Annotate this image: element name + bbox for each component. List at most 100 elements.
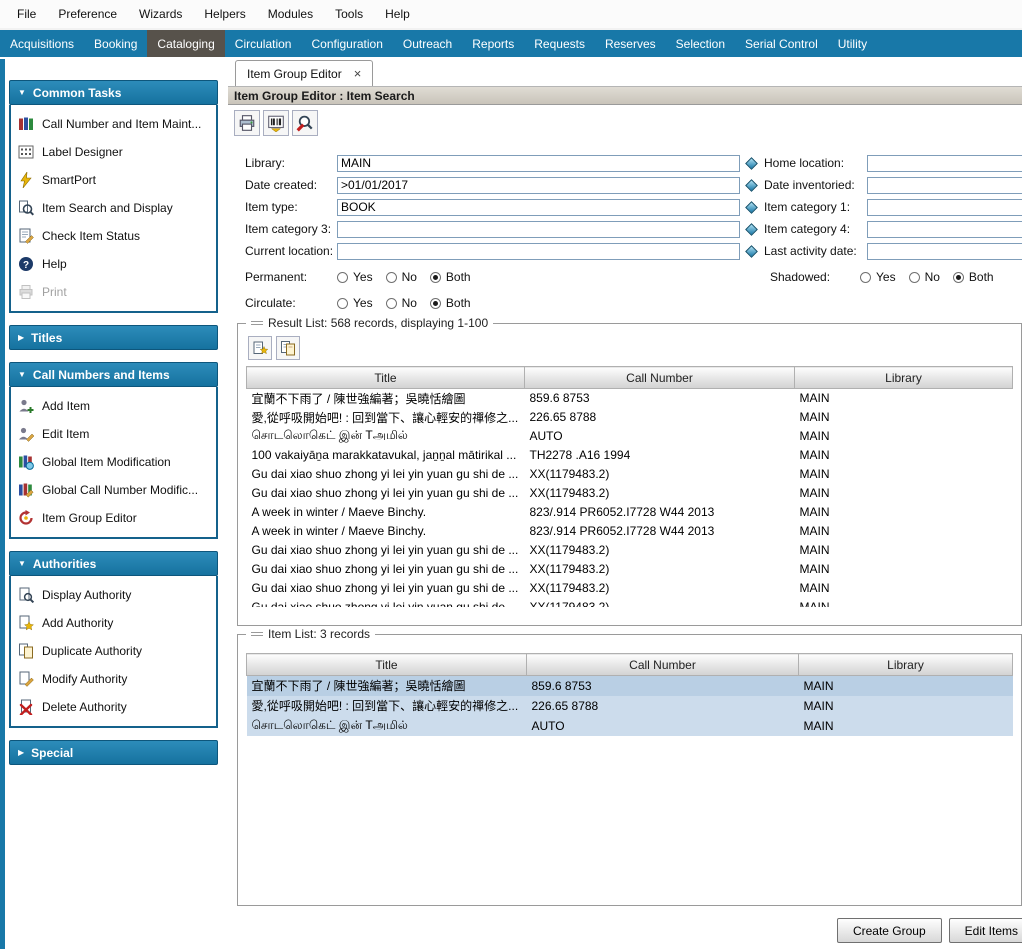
section-header-special[interactable]: Special bbox=[9, 740, 218, 765]
module-tab[interactable]: Cataloging bbox=[147, 30, 224, 57]
field-input[interactable] bbox=[337, 177, 740, 194]
gadget-diamond-icon[interactable] bbox=[745, 223, 758, 236]
permanent-radio-no[interactable]: No bbox=[386, 270, 417, 284]
circulate-radio-yes[interactable]: Yes bbox=[337, 296, 373, 310]
section-header-call-numbers-and-items[interactable]: Call Numbers and Items bbox=[9, 362, 218, 387]
gadget-diamond-icon[interactable] bbox=[745, 201, 758, 214]
result-row[interactable]: Gu dai xiao shuo zhong yi lei yin yuan g… bbox=[247, 484, 1013, 503]
field-input[interactable] bbox=[337, 199, 740, 216]
sidebar-item[interactable]: Modify Authority bbox=[11, 665, 216, 693]
module-tab[interactable]: Requests bbox=[524, 30, 595, 57]
result-row[interactable]: Gu dai xiao shuo zhong yi lei yin yuan g… bbox=[247, 560, 1013, 579]
shadowed-radio-yes[interactable]: Yes bbox=[860, 270, 896, 284]
module-tab[interactable]: Acquisitions bbox=[0, 30, 84, 57]
result-row[interactable]: Gu dai xiao shuo zhong yi lei yin yuan g… bbox=[247, 465, 1013, 484]
menu-item[interactable]: Wizards bbox=[128, 2, 193, 26]
column-header-title[interactable]: Title bbox=[247, 367, 525, 389]
column-header-title[interactable]: Title bbox=[247, 654, 527, 676]
menu-item[interactable]: Help bbox=[374, 2, 421, 26]
field-input[interactable] bbox=[867, 199, 1022, 216]
result-row[interactable]: 宜蘭不下雨了 / 陳世強編著；吳曉恬繪圖 859.6 8753 MAIN bbox=[247, 389, 1013, 408]
field-input[interactable] bbox=[867, 155, 1022, 172]
sidebar-item[interactable]: Delete Authority bbox=[11, 693, 216, 721]
result-row[interactable]: சொடலொகெட் இன் Tஅமில் AUTO MAIN bbox=[247, 427, 1013, 446]
sidebar-item[interactable]: Display Authority bbox=[11, 581, 216, 609]
menu-item[interactable]: Helpers bbox=[193, 2, 256, 26]
sidebar-item[interactable]: Add Item bbox=[11, 392, 216, 420]
sidebar-item[interactable]: Edit Item bbox=[11, 420, 216, 448]
result-row[interactable]: Gu dai xiao shuo zhong yi lei yin yuan g… bbox=[247, 541, 1013, 560]
result-row[interactable]: Gu dai xiao shuo zhong yi lei yin yuan g… bbox=[247, 598, 1013, 608]
sidebar-item[interactable]: Duplicate Authority bbox=[11, 637, 216, 665]
section-header-common-tasks[interactable]: Common Tasks bbox=[9, 80, 218, 105]
field-input[interactable] bbox=[867, 221, 1022, 238]
menu-item[interactable]: File bbox=[6, 2, 47, 26]
module-tab[interactable]: Serial Control bbox=[735, 30, 828, 57]
module-tab[interactable]: Selection bbox=[666, 30, 735, 57]
field-label: Item category 4: bbox=[764, 222, 867, 236]
shadowed-radio-no[interactable]: No bbox=[909, 270, 940, 284]
sidebar-item[interactable]: ? Help bbox=[11, 250, 216, 278]
module-tab[interactable]: Booking bbox=[84, 30, 147, 57]
result-table-scroll[interactable]: Title Call Number Library 宜蘭不下雨了 / 陳世強編著… bbox=[246, 366, 1013, 607]
sidebar-item[interactable]: Item Search and Display bbox=[11, 194, 216, 222]
module-tab[interactable]: Circulation bbox=[225, 30, 302, 57]
print-tool-icon[interactable] bbox=[234, 110, 260, 136]
circulate-radio-both[interactable]: Both bbox=[430, 296, 471, 310]
print-labels-icon[interactable] bbox=[263, 110, 289, 136]
sidebar-item[interactable]: Check Item Status bbox=[11, 222, 216, 250]
gadget-diamond-icon[interactable] bbox=[745, 179, 758, 192]
sidebar-item[interactable]: Item Group Editor bbox=[11, 504, 216, 532]
column-header-library[interactable]: Library bbox=[795, 367, 1013, 389]
module-tab[interactable]: Reserves bbox=[595, 30, 666, 57]
module-tab[interactable]: Utility bbox=[828, 30, 877, 57]
field-input[interactable] bbox=[867, 243, 1022, 260]
field-input[interactable] bbox=[867, 177, 1022, 194]
column-header-call-number[interactable]: Call Number bbox=[527, 654, 799, 676]
search-helper-icon[interactable] bbox=[292, 110, 318, 136]
item-row[interactable]: சொடலொகெட் இன் Tஅமில் AUTO MAIN bbox=[247, 716, 1013, 736]
result-row[interactable]: A week in winter / Maeve Binchy. 823/.91… bbox=[247, 503, 1013, 522]
sidebar-item[interactable]: Label Designer bbox=[11, 138, 216, 166]
permanent-radio-yes[interactable]: Yes bbox=[337, 270, 373, 284]
column-header-library[interactable]: Library bbox=[799, 654, 1013, 676]
item-row[interactable]: 愛,從呼吸開始吧! : 回到當下、讓心輕安的禪修之... 226.65 8788… bbox=[247, 696, 1013, 716]
item-row[interactable]: 宜蘭不下雨了 / 陳世強編著；吳曉恬繪圖 859.6 8753 MAIN bbox=[247, 676, 1013, 696]
section-header-titles[interactable]: Titles bbox=[9, 325, 218, 350]
result-row[interactable]: Gu dai xiao shuo zhong yi lei yin yuan g… bbox=[247, 579, 1013, 598]
field-input[interactable] bbox=[337, 243, 740, 260]
field-input[interactable] bbox=[337, 221, 740, 238]
gadget-diamond-icon[interactable] bbox=[745, 245, 758, 258]
edit-items-button[interactable]: Edit Items bbox=[949, 918, 1022, 943]
add-to-item-list-icon[interactable] bbox=[248, 336, 272, 360]
sidebar-item[interactable]: SmartPort bbox=[11, 166, 216, 194]
sidebar-item[interactable]: Global Item Modification bbox=[11, 448, 216, 476]
module-tab[interactable]: Configuration bbox=[301, 30, 392, 57]
sidebar-item[interactable]: Global Call Number Modific... bbox=[11, 476, 216, 504]
item-table-scroll[interactable]: Title Call Number Library 宜蘭不下雨了 / 陳世強編著… bbox=[246, 653, 1013, 736]
menu-item[interactable]: Tools bbox=[324, 2, 374, 26]
field-label: Circulate: bbox=[245, 296, 337, 310]
sidebar-item[interactable]: Call Number and Item Maint... bbox=[11, 110, 216, 138]
section-header-authorities[interactable]: Authorities bbox=[9, 551, 218, 576]
menu-item[interactable]: Modules bbox=[257, 2, 324, 26]
result-row[interactable]: 愛,從呼吸開始吧! : 回到當下、讓心輕安的禪修之... 226.65 8788… bbox=[247, 408, 1013, 427]
result-row[interactable]: A week in winter / Maeve Binchy. 823/.91… bbox=[247, 522, 1013, 541]
permanent-radio-both[interactable]: Both bbox=[430, 270, 471, 284]
gadget-diamond-icon[interactable] bbox=[745, 157, 758, 170]
close-icon[interactable]: × bbox=[354, 67, 362, 80]
sidebar-item[interactable]: Add Authority bbox=[11, 609, 216, 637]
tab-item-group-editor[interactable]: Item Group Editor × bbox=[235, 60, 373, 86]
sidebar-item[interactable]: Print bbox=[11, 278, 216, 306]
column-header-call-number[interactable]: Call Number bbox=[525, 367, 795, 389]
module-tab[interactable]: Outreach bbox=[393, 30, 462, 57]
add-all-to-item-list-icon[interactable] bbox=[276, 336, 300, 360]
module-tab[interactable]: Reports bbox=[462, 30, 524, 57]
menu-item[interactable]: Preference bbox=[47, 2, 128, 26]
shadowed-radio-both[interactable]: Both bbox=[953, 270, 994, 284]
module-toolbar: Acquisitions Booking Cataloging Circulat… bbox=[0, 30, 1022, 57]
circulate-radio-no[interactable]: No bbox=[386, 296, 417, 310]
result-row[interactable]: 100 vakaiyāṉa marakkatavukal, jaṉṉal māt… bbox=[247, 446, 1013, 465]
field-input[interactable] bbox=[337, 155, 740, 172]
create-group-button[interactable]: Create Group bbox=[837, 918, 942, 943]
